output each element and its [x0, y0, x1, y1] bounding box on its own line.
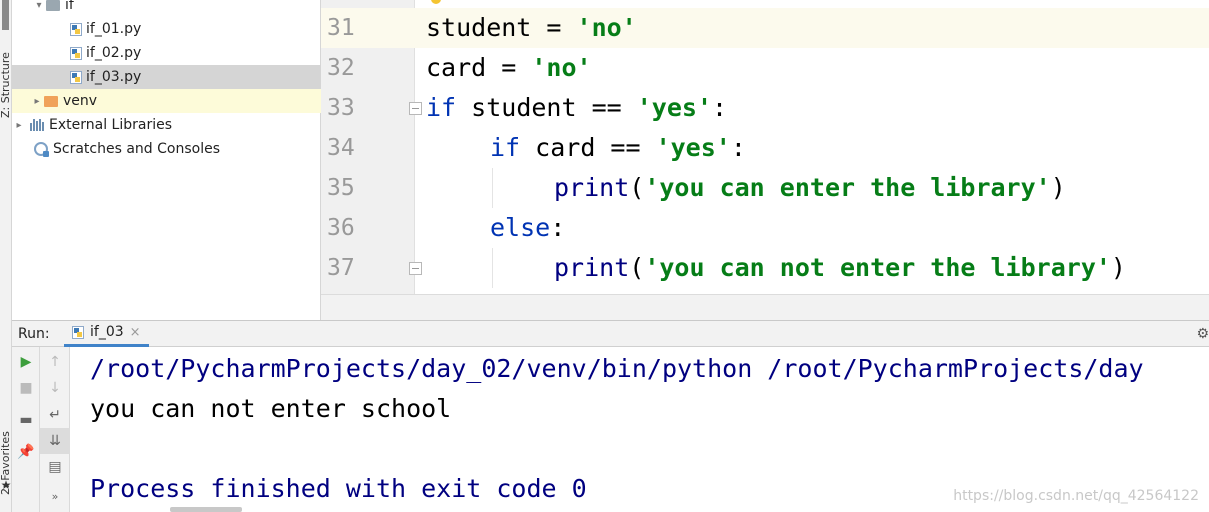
watermark: https://blog.csdn.net/qq_42564122	[953, 488, 1199, 504]
horizontal-scrollbar[interactable]	[170, 507, 242, 512]
code-text: else:	[490, 213, 566, 242]
editor-bottom-bar	[321, 294, 1209, 320]
folder-icon	[46, 0, 60, 11]
code-text: print('you can not enter the library')	[554, 253, 1126, 282]
line-number: 32	[327, 55, 355, 81]
project-tree: ▾ if if_01.py if_02.py if_03.py ▸ venv ▸…	[12, 0, 321, 320]
code-line[interactable]: 31 student = 'no'	[321, 8, 1209, 48]
code-line[interactable]: 35 print('you can enter the library')	[321, 168, 1209, 208]
run-tab-label: if_03	[90, 324, 124, 340]
library-icon	[30, 119, 44, 131]
indent-guide	[492, 168, 493, 208]
chevron-right-icon[interactable]: ▸	[30, 96, 44, 107]
tree-item-label: if	[65, 0, 74, 13]
code-line[interactable]: 34 if card == 'yes':	[321, 128, 1209, 168]
tree-item-label: if_02.py	[86, 45, 142, 61]
tree-item-if[interactable]: ▾ if	[12, 0, 321, 17]
tree-item-scratches[interactable]: Scratches and Consoles	[12, 137, 321, 161]
tree-item-venv[interactable]: ▸ venv	[12, 89, 321, 113]
play-icon[interactable]: ▶	[12, 349, 40, 375]
folder-icon	[44, 95, 58, 107]
tree-item-if-03[interactable]: if_03.py	[12, 65, 321, 89]
run-toolbar-primary: ▶ ■ ▬ 📌	[12, 347, 40, 512]
pin-icon[interactable]: 📌	[12, 439, 40, 465]
up-arrow-icon[interactable]: ↑	[40, 349, 70, 375]
line-number: 34	[327, 135, 355, 161]
code-line[interactable]: 33 if student == 'yes':	[321, 88, 1209, 128]
run-toolbar-secondary: ↑ ↓ ↵ ⇊ ▤ »	[40, 347, 70, 512]
code-line[interactable]: 36 else:	[321, 208, 1209, 248]
close-icon[interactable]: ×	[130, 325, 141, 340]
scratches-icon	[34, 142, 49, 157]
tree-item-external-libraries[interactable]: ▸ External Libraries	[12, 113, 321, 137]
line-number: 33	[327, 95, 355, 121]
line-number: 37	[327, 255, 355, 281]
tree-item-label: External Libraries	[49, 117, 172, 133]
tree-item-label: if_01.py	[86, 21, 142, 37]
line-number: 35	[327, 175, 355, 201]
run-panel-header: Run: if_03 × ⚙	[12, 320, 1209, 347]
left-tool-strip: Z: Structure 2: Favorites ★	[0, 0, 12, 512]
code-text: card = 'no'	[426, 53, 592, 82]
fold-icon[interactable]	[409, 262, 422, 275]
console-exit-line: Process finished with exit code 0	[90, 474, 587, 503]
indent-guide	[492, 248, 493, 288]
soft-wrap-icon[interactable]: ↵	[40, 402, 70, 428]
code-line[interactable]: 32 card = 'no'	[321, 48, 1209, 88]
python-file-icon	[70, 46, 82, 60]
code-text: print('you can enter the library')	[554, 173, 1066, 202]
console-output-line: you can not enter school	[90, 394, 452, 423]
star-icon[interactable]: ★	[0, 478, 12, 492]
code-text: if student == 'yes':	[426, 93, 728, 122]
more-icon[interactable]: »	[40, 483, 70, 509]
run-label: Run:	[18, 325, 50, 342]
print-icon[interactable]: ▤	[40, 454, 70, 480]
python-file-icon	[70, 22, 82, 36]
code-text: if card == 'yes':	[490, 133, 746, 162]
stop-icon[interactable]: ■	[12, 375, 40, 401]
code-line[interactable]: 37 print('you can not enter the library'…	[321, 248, 1209, 288]
line-number: 36	[327, 215, 355, 241]
python-file-icon	[72, 325, 84, 339]
gear-icon[interactable]: ⚙	[1196, 326, 1209, 342]
layout-icon[interactable]: ▬	[12, 407, 40, 433]
tree-item-label: venv	[63, 93, 98, 109]
down-arrow-icon[interactable]: ↓	[40, 375, 70, 401]
tree-item-label: Scratches and Consoles	[53, 141, 220, 157]
line-number: 31	[327, 15, 355, 41]
structure-tool-tab[interactable]: Z: Structure	[0, 0, 12, 118]
code-text: student = 'no'	[426, 13, 637, 42]
fold-icon[interactable]	[409, 102, 422, 115]
scroll-to-end-icon[interactable]: ⇊	[40, 428, 70, 454]
run-tab-if-03[interactable]: if_03 ×	[64, 321, 149, 347]
run-console[interactable]: /root/PycharmProjects/day_02/venv/bin/py…	[70, 347, 1209, 512]
lightbulb-icon[interactable]	[431, 0, 441, 4]
chevron-right-icon[interactable]: ▸	[12, 120, 26, 131]
tree-item-label: if_03.py	[86, 69, 142, 85]
code-editor[interactable]: 31 student = 'no' 32 card = 'no' 33 if s…	[321, 0, 1209, 294]
tree-item-if-01[interactable]: if_01.py	[12, 17, 321, 41]
python-file-icon	[70, 70, 82, 84]
chevron-down-icon[interactable]: ▾	[32, 0, 46, 11]
tree-item-if-02[interactable]: if_02.py	[12, 41, 321, 65]
console-command-line: /root/PycharmProjects/day_02/venv/bin/py…	[90, 354, 1144, 383]
